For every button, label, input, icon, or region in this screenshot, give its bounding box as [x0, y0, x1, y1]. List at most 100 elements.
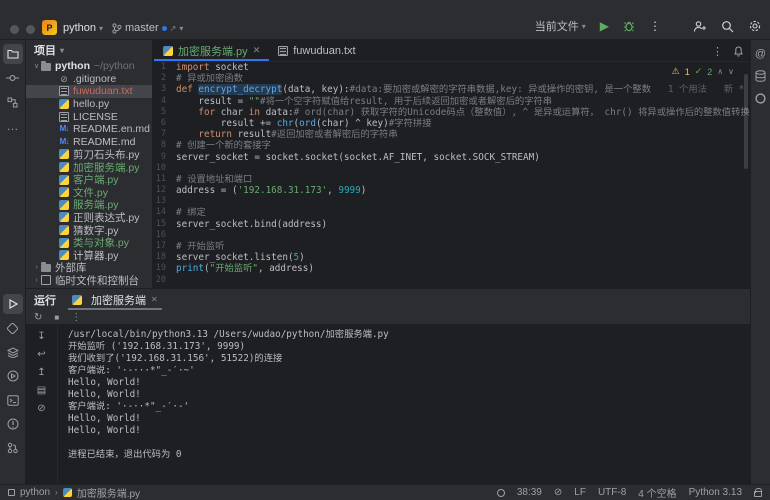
settings-gear-icon[interactable] [748, 19, 762, 33]
interpreter-indicator[interactable]: Python 3.13 [689, 487, 742, 498]
code-line[interactable]: 13 [154, 196, 750, 207]
ai-assistant-icon[interactable]: @ [753, 46, 769, 62]
project-panel-header[interactable]: 项目 ▾ [26, 40, 152, 60]
problems-tool-icon[interactable] [3, 414, 23, 434]
tab-encrypted-server[interactable]: 加密服务端.py ✕ [154, 40, 269, 61]
scroll-to-end-icon[interactable]: ↧ [37, 331, 45, 342]
soft-wrap-icon[interactable]: ↩ [37, 349, 45, 360]
tree-item[interactable]: LICENSE [26, 110, 152, 123]
code-with-me-icon[interactable] [693, 20, 707, 33]
python-console-tool-icon[interactable] [3, 366, 23, 386]
code-line[interactable]: 17# 开始监听 [154, 241, 750, 252]
code-line[interactable]: 1import socket [154, 62, 750, 73]
console-line: Hello, World! [68, 389, 750, 401]
code-line[interactable]: 20 [154, 275, 750, 286]
close-tab-icon[interactable]: ✕ [253, 45, 261, 56]
run-tool-icon[interactable] [3, 294, 23, 314]
editor-scrollbar[interactable] [744, 74, 748, 169]
code-line[interactable]: 12address = ('192.168.31.173', 9999) [154, 185, 750, 196]
print-icon[interactable]: ▤ [37, 385, 46, 396]
code-line[interactable]: 4 result = ""#将一个空字符赋值给result, 用于后续返回加密或… [154, 96, 750, 107]
prev-problem-icon[interactable]: ∧ [717, 67, 723, 76]
branch-selector[interactable]: master ↗ ▾ [112, 21, 183, 35]
more-actions-icon[interactable]: ⋮ [649, 19, 661, 33]
tree-item[interactable]: hello.py [26, 98, 152, 111]
code-line[interactable]: 18server_socket.listen(5) [154, 252, 750, 263]
python-packages-tool-icon[interactable] [3, 342, 23, 362]
more-tools-icon[interactable]: … [3, 116, 23, 136]
project-selector[interactable]: python ▾ [63, 21, 103, 35]
code-line[interactable]: 6 result += chr(ord(char) ^ key)#字符拼接 [154, 118, 750, 129]
minimize-window-icon[interactable] [26, 25, 35, 34]
encoding-indicator[interactable]: UTF-8 [598, 487, 626, 498]
tree-item[interactable]: ∨python~/python [26, 60, 152, 73]
py-file-icon [59, 162, 69, 172]
search-everywhere-icon[interactable] [721, 20, 734, 33]
code-line[interactable]: 14# 绑定 [154, 207, 750, 218]
inspections-widget[interactable]: ⚠ 1 ✓ 2 ∧ ∨ [672, 66, 734, 77]
code-line[interactable]: 8# 创建一个新的套接字 [154, 140, 750, 151]
code-text: return result#返回加密或者解密后的字符串 [176, 129, 398, 140]
code-text: address = ('192.168.31.173', 9999) [176, 185, 366, 196]
tab-options-icon[interactable]: ⋮ [712, 45, 723, 58]
rerun-icon[interactable]: ↻ [34, 312, 42, 323]
line-col-indicator[interactable]: 38:39 [517, 487, 542, 498]
lock-icon[interactable] [754, 491, 762, 497]
debug-button[interactable] [623, 20, 635, 32]
database-icon[interactable] [753, 68, 769, 84]
project-panel-title: 项目 [34, 42, 56, 58]
tree-item[interactable]: README.en.md [26, 123, 152, 136]
breadcrumb-project[interactable]: python [20, 487, 50, 498]
run-options-icon[interactable]: ⋮ [71, 312, 81, 323]
highlight-level-icon[interactable]: ⊘ [554, 487, 562, 498]
code-line[interactable]: 11# 设置地址和端口 [154, 174, 750, 185]
code-editor[interactable]: 1import socket2# 异或加密函数3def encrypt_decr… [154, 62, 750, 288]
breadcrumb[interactable]: python › 加密服务端.py [8, 485, 140, 500]
run-panel-header: 运行 加密服务端 ✕ [26, 289, 750, 310]
breadcrumb-file[interactable]: 加密服务端.py [77, 485, 140, 500]
code-line[interactable]: 15server_socket.bind(address) [154, 219, 750, 230]
left-tool-stripe: … [0, 40, 26, 484]
run-config-selector[interactable]: 当前文件 ▾ [535, 18, 586, 34]
notifications-bell-icon[interactable] [733, 45, 744, 57]
code-line[interactable]: 7 return result#返回加密或者解密后的字符串 [154, 129, 750, 140]
services-tool-icon[interactable] [3, 318, 23, 338]
terminal-tool-icon[interactable] [3, 390, 23, 410]
code-line[interactable]: 3def encrypt_decrypt(data, key):#data:要加… [154, 84, 750, 95]
status-circle-icon[interactable] [497, 489, 505, 497]
next-problem-icon[interactable]: ∨ [728, 67, 734, 76]
tab-fuwuduan[interactable]: fuwuduan.txt [269, 40, 364, 61]
run-button[interactable]: ▶ [600, 19, 609, 33]
tree-item[interactable]: .gitignore [26, 73, 152, 86]
structure-tool-icon[interactable] [3, 92, 23, 112]
coverage-icon[interactable] [753, 90, 769, 106]
tree-item[interactable]: fuwuduan.txt [26, 85, 152, 98]
tree-item[interactable]: ›临时文件和控制台 [26, 274, 152, 287]
code-line[interactable]: 10 [154, 163, 750, 174]
code-line[interactable]: 5 for char in data:# ord(char) 获取字符的Unic… [154, 107, 750, 118]
clear-console-icon[interactable]: ⊘ [37, 403, 45, 414]
line-number: 2 [154, 73, 176, 84]
tree-item[interactable]: 计算器.py [26, 249, 152, 262]
tree-chevron-icon[interactable]: ∨ [32, 62, 41, 70]
pycharm-logo[interactable]: P [42, 20, 57, 35]
tree-chevron-icon[interactable]: › [32, 264, 41, 271]
code-line[interactable]: 16 [154, 230, 750, 241]
console-output[interactable]: /usr/local/bin/python3.13 /Users/wudao/p… [58, 325, 750, 484]
commit-tool-icon[interactable] [3, 68, 23, 88]
line-separator-indicator[interactable]: LF [574, 487, 586, 498]
code-line[interactable]: 2# 异或加密函数 [154, 73, 750, 84]
code-line[interactable]: 9server_socket = socket.socket(socket.AF… [154, 152, 750, 163]
stop-icon[interactable]: ■ [54, 313, 59, 322]
scroll-to-top-icon[interactable]: ↥ [37, 367, 45, 378]
indent-indicator[interactable]: 4 个空格 [638, 485, 676, 500]
code-text: server_socket.bind(address) [176, 219, 327, 230]
close-window-icon[interactable] [10, 25, 19, 34]
pull-requests-tool-icon[interactable] [3, 438, 23, 458]
close-run-tab-icon[interactable]: ✕ [151, 295, 158, 304]
run-tab[interactable]: 加密服务端 ✕ [68, 289, 162, 310]
code-line[interactable]: 19print("开始监听", address) [154, 263, 750, 274]
project-tool-icon[interactable] [3, 44, 23, 64]
console-gutter: ↧ ↩ ↥ ▤ ⊘ [26, 325, 58, 484]
tree-chevron-icon[interactable]: › [32, 277, 41, 284]
